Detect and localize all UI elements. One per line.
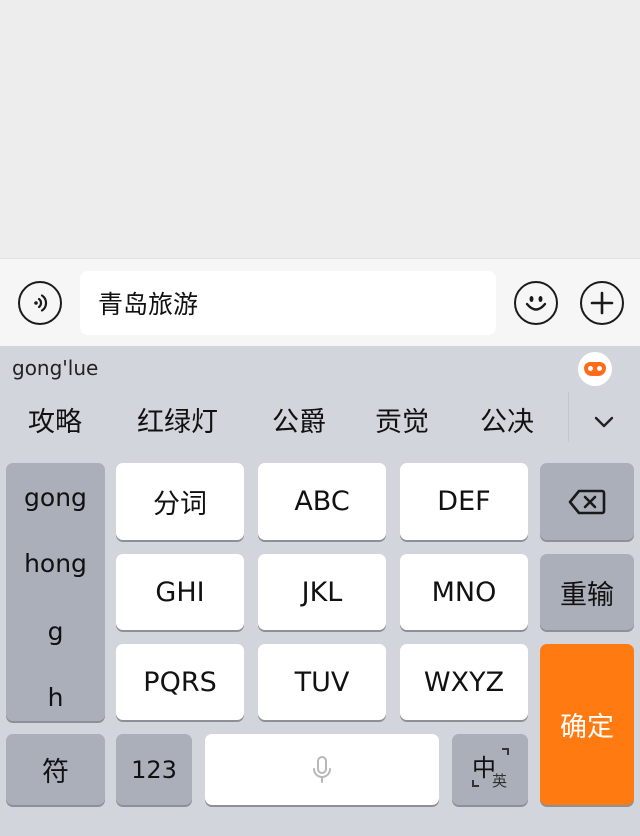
space-key[interactable] (205, 734, 439, 805)
key-wxyz[interactable]: WXYZ (400, 644, 528, 720)
key-jkl[interactable]: JKL (258, 554, 386, 630)
language-switch-key[interactable]: 中 英 (452, 734, 528, 805)
candidate-3[interactable]: 公爵 (272, 398, 326, 448)
message-input[interactable]: 青岛旅游 (80, 271, 496, 335)
microphone-icon (313, 755, 331, 783)
syllable-item[interactable]: h (6, 683, 105, 712)
syllable-item[interactable]: g (6, 617, 105, 646)
keyboard-mascot-icon[interactable] (578, 352, 612, 386)
emoji-button[interactable] (514, 281, 558, 325)
key-mno[interactable]: MNO (400, 554, 528, 630)
input-bar: 青岛旅游 (0, 258, 640, 346)
key-def[interactable]: DEF (400, 463, 528, 540)
expand-candidates-button[interactable] (586, 402, 622, 442)
syllable-item[interactable]: hong (6, 549, 105, 578)
voice-icon (34, 294, 48, 312)
number-key[interactable]: 123 (116, 734, 192, 805)
symbol-key[interactable]: 符 (6, 734, 105, 805)
candidate-1[interactable]: 攻略 (28, 398, 82, 448)
candidate-divider (568, 392, 569, 442)
word-segment-key[interactable]: 分词 (116, 463, 244, 540)
voice-button[interactable] (18, 281, 62, 325)
candidate-4[interactable]: 贡觉 (375, 398, 429, 448)
corner-mark-icon (472, 780, 479, 787)
key-tuv[interactable]: TUV (258, 644, 386, 720)
plus-icon (590, 291, 614, 315)
chevron-down-icon (594, 416, 614, 428)
pinyin-syllable-list[interactable]: gong hong g h (6, 463, 105, 721)
retype-key[interactable]: 重输 (540, 554, 634, 630)
candidate-5[interactable]: 公决 (480, 398, 534, 448)
confirm-key[interactable]: 确定 (540, 644, 634, 805)
key-ghi[interactable]: GHI (116, 554, 244, 630)
chat-area (0, 0, 640, 258)
corner-mark-icon (502, 748, 509, 755)
candidate-2[interactable]: 红绿灯 (137, 398, 218, 448)
pinyin-composition: gong'lue (12, 356, 99, 380)
backspace-icon (568, 489, 606, 514)
backspace-key[interactable] (540, 463, 634, 540)
candidate-bar: 攻略 红绿灯 公爵 贡觉 公决 (0, 398, 640, 448)
key-pqrs[interactable]: PQRS (116, 644, 244, 720)
plus-button[interactable] (580, 281, 624, 325)
syllable-item[interactable]: gong (6, 483, 105, 512)
keyboard: gong'lue 攻略 红绿灯 公爵 贡觉 公决 gong hong g h 分… (0, 346, 640, 836)
language-sub-label: 英 (492, 772, 508, 790)
emoji-icon (525, 296, 547, 311)
key-abc[interactable]: ABC (258, 463, 386, 540)
message-input-text: 青岛旅游 (98, 290, 199, 319)
